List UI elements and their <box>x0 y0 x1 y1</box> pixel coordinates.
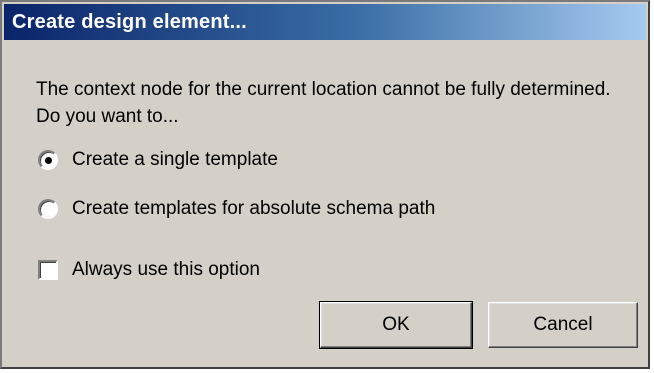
option-label: Create a single template <box>72 149 278 170</box>
option-absolute-schema-path[interactable]: Create templates for absolute schema pat… <box>38 198 435 220</box>
create-design-element-dialog: Create design element... The context nod… <box>0 0 650 369</box>
checkbox-label: Always use this option <box>72 259 260 280</box>
radio-button[interactable] <box>38 199 58 219</box>
always-use-option[interactable]: Always use this option <box>38 259 260 281</box>
always-use-checkbox[interactable] <box>38 260 58 280</box>
ok-button[interactable]: OK <box>319 301 473 349</box>
dialog-title: Create design element... <box>12 10 247 33</box>
radio-button-selected[interactable] <box>38 150 58 170</box>
radio-dot-icon <box>45 157 52 164</box>
option-label: Create templates for absolute schema pat… <box>72 198 436 219</box>
cancel-button[interactable]: Cancel <box>488 302 638 348</box>
option-single-template[interactable]: Create a single template <box>38 149 278 171</box>
prompt-text: The context node for the current locatio… <box>36 79 611 127</box>
title-bar[interactable]: Create design element... <box>4 4 646 40</box>
